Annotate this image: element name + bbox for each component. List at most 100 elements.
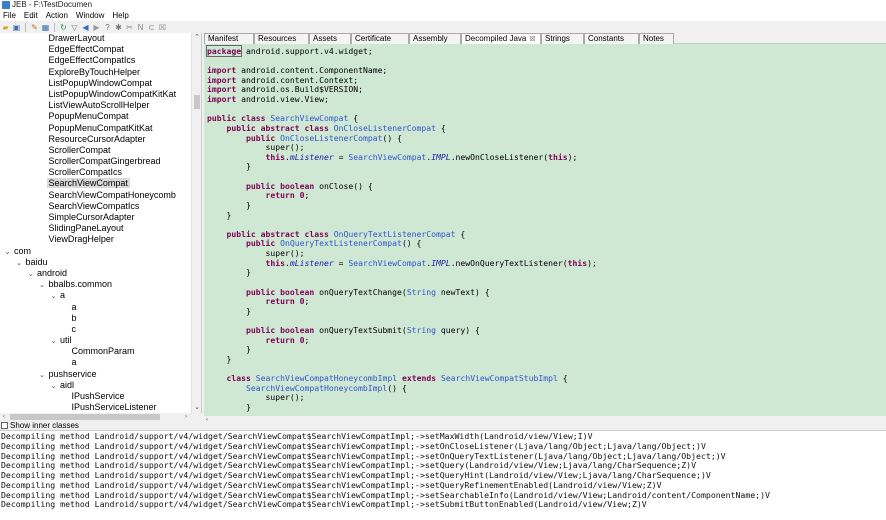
tree-item[interactable]: c [0, 324, 192, 335]
wrench-icon[interactable]: ✎ [30, 23, 39, 32]
code-token: this [265, 151, 285, 162]
tree-item[interactable]: SlidingPaneLayout [0, 223, 192, 234]
window-title: JEB - F:\TestDocumen [12, 0, 93, 9]
menu-window[interactable]: Window [73, 10, 109, 21]
tree-hscroll-thumb[interactable] [10, 414, 160, 420]
tree-item[interactable]: ViewDragHelper [0, 234, 192, 245]
grid-icon[interactable]: ▦ [41, 23, 50, 32]
tree-item[interactable]: ⌄ com [0, 246, 192, 257]
toolbar: ▰ ▣ ✎ ▦ ↻ ▽ ◀ ▶ ? ✱ ✂ N ⊂ ☒ [0, 21, 886, 33]
cut-icon[interactable]: ✂ [125, 23, 134, 32]
tab-assembly[interactable]: Assembly [409, 33, 461, 44]
code-line[interactable]: } [207, 306, 251, 317]
tree-item[interactable]: ⌄ aidl [0, 380, 192, 391]
tree-item[interactable]: IPushService [0, 391, 192, 402]
tree-item[interactable]: IPushServiceListener [0, 402, 192, 413]
close-tab-icon[interactable]: ☒ [529, 36, 535, 43]
refresh-icon[interactable]: ↻ [59, 23, 68, 32]
tree-item[interactable]: ⌄ baidu [0, 257, 192, 268]
scroll-up-icon[interactable]: ⌃ [192, 33, 201, 43]
tree-item[interactable]: ExploreByTouchHelper [0, 67, 192, 78]
menu-action[interactable]: Action [43, 10, 73, 21]
code-horizontal-scrollbar[interactable]: ‹ [204, 416, 886, 424]
tree-item[interactable]: SearchViewCompatHoneycomb [0, 190, 192, 201]
tree-item[interactable]: ⌄ android [0, 268, 192, 279]
code-token: public [245, 132, 276, 143]
tab-resources[interactable]: Resources [254, 33, 309, 44]
tree-item[interactable]: ⌄ util [0, 335, 192, 346]
menu-help[interactable]: Help [109, 10, 133, 21]
tree-item[interactable]: ScrollerCompatIcs [0, 167, 192, 178]
tree-horizontal-scrollbar[interactable]: ‹ › [0, 413, 202, 421]
open-icon[interactable]: ▰ [1, 23, 10, 32]
code-token: android.content.ComponentName; [236, 65, 388, 76]
tree-item[interactable]: PopupMenuCompatKitKat [0, 123, 192, 134]
menu-file[interactable]: File [0, 10, 21, 21]
code-line[interactable]: package android.support.v4.widget; [205, 45, 373, 57]
tree-item-label: pushservice [48, 368, 97, 379]
menu-edit[interactable]: Edit [21, 10, 43, 21]
tree-item[interactable]: ScrollerCompatGingerbread [0, 156, 192, 167]
tab-manifest[interactable]: Manifest [204, 33, 254, 44]
scroll-right-icon[interactable]: › [182, 413, 190, 421]
tab-decompiled-java[interactable]: Decompiled Java ☒ [461, 33, 541, 44]
tree-item[interactable]: ScrollerCompat [0, 145, 192, 156]
tree-item[interactable]: a [0, 357, 192, 368]
tree-item-label: ListPopupWindowCompatKitKat [48, 88, 177, 99]
code-line[interactable]: } [207, 162, 251, 172]
code-token: } [207, 209, 232, 220]
code-line[interactable]: } [207, 267, 251, 278]
show-inner-classes-toggle[interactable]: Show inner classes [0, 421, 202, 430]
tree-item[interactable]: ListPopupWindowCompatKitKat [0, 89, 192, 100]
link-icon[interactable]: ⊂ [147, 23, 156, 32]
tree-item-label: PopupMenuCompatKitKat [48, 122, 153, 133]
tree-item-label: util [60, 335, 72, 346]
tree-item[interactable]: a [0, 302, 192, 313]
tree-item[interactable]: DrawerLayout [0, 33, 192, 44]
tab-strings[interactable]: Strings [541, 33, 584, 44]
tree-item[interactable]: CommonParam [0, 346, 192, 357]
help-icon[interactable]: ? [103, 23, 112, 32]
tree-item[interactable]: ⌄ a [0, 290, 192, 301]
tree-item[interactable]: ListPopupWindowCompat [0, 78, 192, 89]
save-icon[interactable]: ▣ [12, 23, 21, 32]
tree-item[interactable]: PopupMenuCompat [0, 111, 192, 122]
tree-scroll-thumb[interactable] [194, 95, 200, 109]
tree-vertical-scrollbar[interactable]: ⌃ ⌄ [191, 33, 201, 413]
code-line[interactable]: } [207, 209, 232, 221]
code-line[interactable]: } [207, 402, 251, 413]
code-line[interactable]: this.mListener = SearchViewCompat.IMPL.n… [207, 151, 577, 163]
console-output: Decompiling method Landroid/support/v4/w… [0, 430, 886, 520]
tree-item[interactable]: ResourceCursorAdapter [0, 134, 192, 145]
code-line[interactable]: this.mListener = SearchViewCompat.IMPL.n… [207, 258, 596, 269]
scroll-down-icon[interactable]: ⌄ [192, 403, 201, 413]
tab-assets[interactable]: Assets [309, 33, 351, 44]
tree-item-label: PopupMenuCompat [48, 111, 129, 122]
tree-item[interactable]: EdgeEffectCompatIcs [0, 55, 192, 66]
tree-item[interactable]: SimpleCursorAdapter [0, 212, 192, 223]
tree-item[interactable]: EdgeEffectCompat [0, 44, 192, 55]
tree-item[interactable]: SearchViewCompatIcs [0, 201, 192, 212]
forward-icon[interactable]: ▶ [92, 23, 101, 32]
tree-item[interactable]: SearchViewCompat [0, 178, 192, 189]
back-icon[interactable]: ◀ [81, 23, 90, 32]
decompiled-java-view[interactable]: package android.support.v4.widget; import… [204, 44, 886, 416]
tree-item-label: ExploreByTouchHelper [48, 66, 141, 77]
tree-item-label: IPushServiceListener [71, 402, 157, 413]
tree-item[interactable]: ⌄ bbalbs.common [0, 279, 192, 290]
tab-certificate[interactable]: Certificate [351, 33, 409, 44]
tree-item[interactable]: ListViewAutoScrollHelper [0, 100, 192, 111]
tree-item[interactable]: b [0, 313, 192, 324]
bookmark-icon[interactable]: ▽ [70, 23, 79, 32]
tab-notes[interactable]: Notes [639, 33, 674, 44]
code-line[interactable]: } [207, 354, 231, 365]
tab-constants[interactable]: Constants [584, 33, 639, 44]
scroll-left-icon[interactable]: ‹ [206, 416, 208, 424]
rename-icon[interactable]: N [136, 23, 145, 32]
tree-item[interactable]: ⌄ pushservice [0, 369, 192, 380]
scroll-left-icon[interactable]: ‹ [0, 413, 8, 421]
show-inner-classes-checkbox[interactable] [1, 422, 8, 429]
code-line[interactable]: import android.view.View; [207, 94, 329, 105]
comment-icon[interactable]: ☒ [158, 23, 167, 32]
settings-icon[interactable]: ✱ [114, 23, 123, 32]
